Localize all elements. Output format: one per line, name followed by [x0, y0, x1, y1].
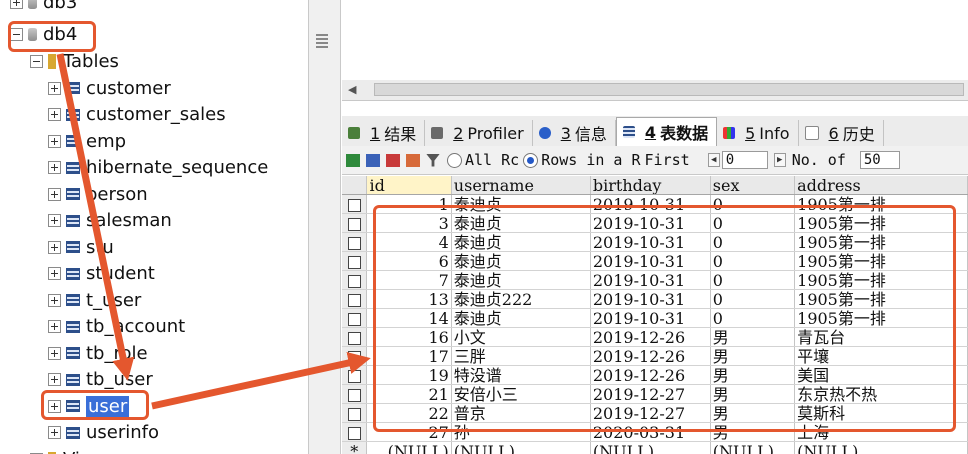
- arrow-user-to-grid: [151, 351, 371, 410]
- annotation-arrows: [56, 53, 371, 410]
- arrow-db4-to-user: [56, 53, 135, 381]
